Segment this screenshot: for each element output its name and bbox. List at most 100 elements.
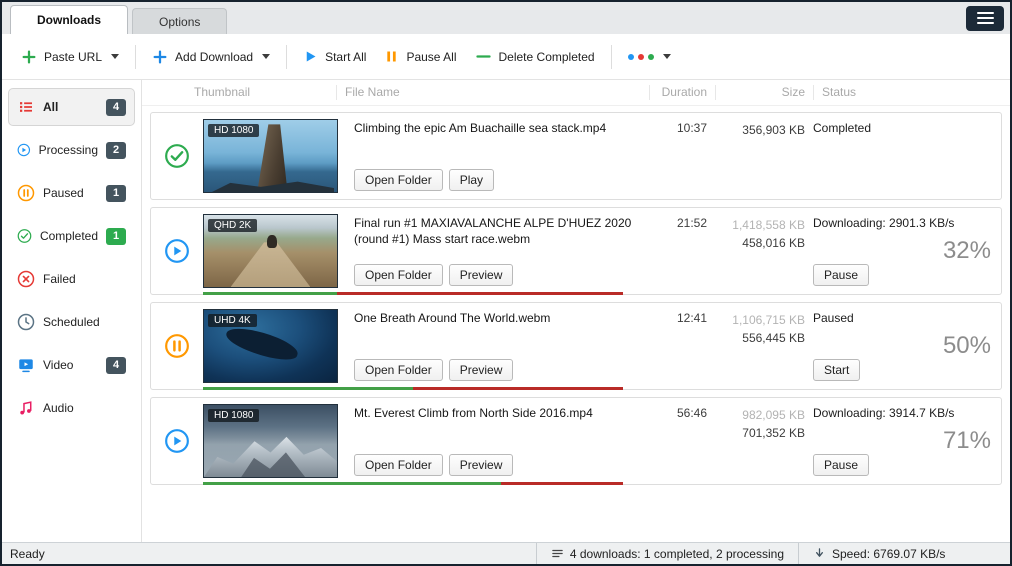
tab-downloads[interactable]: Downloads: [10, 5, 128, 34]
pause-button[interactable]: Pause: [813, 454, 869, 476]
start-button[interactable]: Start: [813, 359, 860, 381]
size-total: 1,106,715 KB: [715, 311, 805, 329]
status-text: Downloading: 3914.7 KB/s: [813, 406, 991, 420]
status-ready: Ready: [2, 547, 536, 561]
play-circle-icon: [17, 141, 31, 159]
toolbar-separator: [286, 45, 287, 69]
sidebar-item-audio[interactable]: Audio: [8, 389, 135, 427]
sidebar-item-label: All: [43, 100, 98, 114]
file-name: Climbing the epic Am Buachaille sea stac…: [354, 120, 641, 136]
pause-circle-icon: [17, 184, 35, 202]
open-folder-button[interactable]: Open Folder: [354, 454, 443, 476]
toolbar: Paste URL Add Download Start All Pause A…: [2, 34, 1010, 80]
x-circle-icon: [17, 270, 35, 288]
sidebar-item-label: Completed: [40, 229, 98, 243]
paste-url-button[interactable]: Paste URL: [12, 43, 128, 71]
sidebar-item-processing[interactable]: Processing 2: [8, 131, 135, 169]
open-folder-button[interactable]: Open Folder: [354, 359, 443, 381]
open-folder-button[interactable]: Open Folder: [354, 264, 443, 286]
file-name: Mt. Everest Climb from North Side 2016.m…: [354, 405, 641, 421]
more-dots-icon: [628, 54, 654, 60]
count-badge: 4: [106, 357, 126, 374]
duration: 56:46: [649, 398, 707, 484]
chevron-down-icon: [663, 54, 671, 59]
download-list: Thumbnail File Name Duration Size Status…: [142, 80, 1010, 542]
sidebar-item-label: Video: [43, 358, 98, 372]
delete-completed-label: Delete Completed: [499, 50, 595, 64]
video-thumbnail[interactable]: HD 1080: [203, 404, 338, 478]
music-icon: [17, 399, 35, 417]
speed-indicator: Speed: 6769.07 KB/s: [798, 543, 1010, 564]
sidebar-item-video[interactable]: Video 4: [8, 346, 135, 384]
play-icon: [303, 49, 318, 64]
plus-icon: [152, 49, 168, 65]
preview-button[interactable]: Preview: [449, 454, 514, 476]
rows-container: HD 1080 Climbing the epic Am Buachaille …: [142, 106, 1010, 542]
video-thumbnail[interactable]: HD 1080: [203, 119, 338, 193]
size-total: 356,903 KB: [715, 121, 805, 139]
app-window: Downloads Options Paste URL Add Download…: [0, 0, 1012, 566]
pause-all-button[interactable]: Pause All: [375, 43, 465, 70]
sidebar-item-label: Processing: [39, 143, 98, 157]
duration: 10:37: [649, 113, 707, 199]
sidebar-item-paused[interactable]: Paused 1: [8, 174, 135, 212]
video-thumbnail[interactable]: UHD 4K: [203, 309, 338, 383]
chevron-down-icon: [262, 54, 270, 59]
downloads-summary: 4 downloads: 1 completed, 2 processing: [536, 543, 798, 564]
quality-badge: HD 1080: [208, 124, 259, 137]
download-arrow-icon: [813, 547, 826, 560]
pause-circle-icon: [164, 333, 190, 359]
size-total: 982,095 KB: [715, 406, 805, 424]
sidebar-item-scheduled[interactable]: Scheduled: [8, 303, 135, 341]
status-text: Downloading: 2901.3 KB/s: [813, 216, 991, 230]
count-badge: 2: [106, 142, 126, 159]
sidebar-item-label: Failed: [43, 272, 126, 286]
column-header-size: Size: [724, 85, 814, 100]
toolbar-separator: [135, 45, 136, 69]
progress-bar: [203, 292, 623, 295]
size-downloaded: 556,445 KB: [715, 329, 805, 347]
progress-bar: [203, 482, 623, 485]
hamburger-menu-button[interactable]: [966, 6, 1004, 31]
progress-percent: 50%: [943, 332, 991, 360]
size-downloaded: 458,016 KB: [715, 234, 805, 252]
progress-percent: 32%: [943, 237, 991, 265]
play-circle-icon: [164, 238, 190, 264]
tab-options[interactable]: Options: [132, 8, 227, 34]
preview-button[interactable]: Preview: [449, 359, 514, 381]
delete-completed-button[interactable]: Delete Completed: [466, 42, 604, 71]
pause-button[interactable]: Pause: [813, 264, 869, 286]
add-download-label: Add Download: [175, 50, 253, 64]
quality-badge: QHD 2K: [208, 219, 257, 232]
sidebar-item-all[interactable]: All 4: [8, 88, 135, 126]
status-bar: Ready 4 downloads: 1 completed, 2 proces…: [2, 542, 1010, 564]
list-icon: [17, 98, 35, 116]
count-badge: 4: [106, 99, 126, 116]
start-all-button[interactable]: Start All: [294, 43, 375, 70]
status-text: Paused: [813, 311, 991, 325]
column-header-thumbnail: Thumbnail: [194, 85, 337, 100]
pause-icon: [384, 49, 399, 64]
progress-percent: 71%: [943, 427, 991, 455]
paste-url-label: Paste URL: [44, 50, 102, 64]
sidebar-item-completed[interactable]: Completed 1: [8, 217, 135, 255]
video-icon: [17, 356, 35, 374]
status-text: Completed: [813, 121, 991, 135]
plus-icon: [21, 49, 37, 65]
sidebar-item-label: Paused: [43, 186, 98, 200]
quality-badge: UHD 4K: [208, 314, 257, 327]
table-row: QHD 2K Final run #1 MAXIAVALANCHE ALPE D…: [150, 207, 1002, 295]
video-thumbnail[interactable]: QHD 2K: [203, 214, 338, 288]
speed-text: Speed: 6769.07 KB/s: [832, 547, 945, 561]
count-badge: 1: [106, 228, 126, 245]
preview-button[interactable]: Preview: [449, 264, 514, 286]
more-menu-button[interactable]: [619, 48, 680, 66]
add-download-button[interactable]: Add Download: [143, 43, 279, 71]
table-row: HD 1080 Climbing the epic Am Buachaille …: [150, 112, 1002, 200]
sidebar-item-failed[interactable]: Failed: [8, 260, 135, 298]
start-all-label: Start All: [325, 50, 366, 64]
play-button[interactable]: Play: [449, 169, 494, 191]
size-downloaded: 701,352 KB: [715, 424, 805, 442]
sidebar: All 4 Processing 2 Paused 1 Completed 1 …: [2, 80, 142, 542]
open-folder-button[interactable]: Open Folder: [354, 169, 443, 191]
